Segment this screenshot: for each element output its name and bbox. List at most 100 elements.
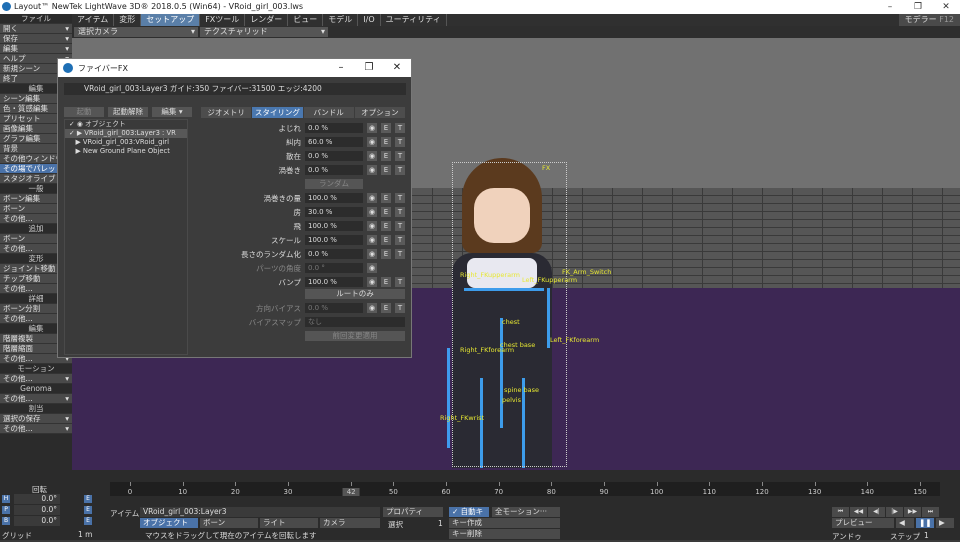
panel-tab[interactable]: スタイリング [252,107,303,118]
envelope-button[interactable]: E [84,495,92,503]
play-icon[interactable]: ▶ [936,518,954,528]
sidebar-item[interactable]: 選択の保存 ▾ [0,414,72,424]
skeleton-label[interactable]: Left_FKupperarm [522,276,577,284]
texture-button[interactable]: T [395,303,405,313]
bias-map-select[interactable]: なし [305,317,405,327]
camera-select-dropdown[interactable]: 選択カメラ ▾ [74,27,198,37]
envelope-button[interactable]: E [381,193,391,203]
prev-key-icon[interactable]: ◀◀ [850,507,867,517]
property-value-field[interactable]: 100.0 % [305,221,363,231]
texture-button[interactable]: T [395,235,405,245]
texture-button[interactable]: T [395,151,405,161]
visibility-icon[interactable]: ◉ [367,137,377,147]
skeleton-label[interactable]: Right_FKforearm [460,346,514,354]
play-reverse-icon[interactable]: ◀ [896,518,914,528]
menu-tab[interactable]: レンダー [245,14,289,26]
delete-key-button[interactable]: キー削除 [449,529,560,539]
objects-mode-button[interactable]: オブジェクト [140,518,198,528]
panel-minimize-button[interactable]: – [327,59,355,77]
auto-key-toggle[interactable]: ✓ 自動キー [449,507,489,526]
panel-tab[interactable]: オプション [354,107,405,118]
visibility-icon[interactable]: ◉ [367,303,377,313]
texture-button[interactable]: T [395,221,405,231]
object-list[interactable]: ✓ ◉ オブジェクト ✓ ▶ VRoid_girl_003:Layer3 : V… [64,119,188,355]
property-value-field[interactable]: 0.0 % [305,303,363,313]
skeleton-label[interactable]: FK_Arm_Switch [562,268,611,276]
visibility-icon[interactable]: ◉ [367,123,377,133]
skeleton-label[interactable]: Right_FKupperarm [460,271,520,279]
minimize-button[interactable]: – [876,0,904,14]
rotation-value-field[interactable]: 0.0° [14,494,60,504]
property-value-field[interactable]: 0.0 % [305,249,363,259]
jump-end-icon[interactable]: ⏭ [922,507,939,517]
visibility-icon[interactable]: ◉ [367,249,377,259]
display-mode-dropdown[interactable]: テクスチャリッド ▾ [200,27,328,37]
property-value-field[interactable]: 100.0 % [305,277,363,287]
maximize-button[interactable]: ❐ [904,0,932,14]
item-select[interactable]: VRoid_girl_003:Layer3 [140,507,380,517]
close-button[interactable]: ✕ [932,0,960,14]
texture-button[interactable]: T [395,277,405,287]
menu-tab[interactable]: ユーティリティ [381,14,447,26]
texture-button[interactable]: T [395,137,405,147]
rotation-value-field[interactable]: 0.0° [14,505,60,515]
texture-button[interactable]: T [395,123,405,133]
texture-button[interactable]: T [395,165,405,175]
visibility-icon[interactable]: ◉ [367,165,377,175]
motion-dropdown[interactable]: 全モーション··· [492,507,560,517]
envelope-button[interactable]: E [84,506,92,514]
envelope-button[interactable]: E [381,165,391,175]
envelope-button[interactable]: E [381,303,391,313]
sidebar-item[interactable]: その他... ▾ [0,374,72,384]
list-item[interactable]: ✓ ▶ VRoid_girl_003:Layer3 : VR [65,129,187,138]
visibility-icon[interactable]: ◉ [367,235,377,245]
bones-mode-button[interactable]: ボーン [200,518,258,528]
menu-tab[interactable]: FXツール [200,14,246,26]
menu-tab[interactable]: ビュー [288,14,324,26]
skeleton-label[interactable]: Left_FKforearm [550,336,599,344]
random-button[interactable]: ランダム [305,179,363,189]
lights-mode-button[interactable]: ライト [260,518,318,528]
preview-dropdown[interactable]: プレビュー [832,518,894,528]
modeler-button[interactable]: モデラー F12 [898,14,960,26]
texture-button[interactable]: T [395,249,405,259]
next-frame-icon[interactable]: |▶ [886,507,903,517]
menu-tab[interactable]: I/O [358,14,381,26]
visibility-icon[interactable]: ◉ [367,263,377,273]
texture-button[interactable]: T [395,193,405,203]
root-only-button[interactable]: ルートのみ [305,289,405,299]
envelope-button[interactable]: E [381,207,391,217]
envelope-button[interactable]: E [381,137,391,147]
property-value-field[interactable]: 0.0 % [305,123,363,133]
property-value-field[interactable]: 0.0 % [305,151,363,161]
property-value-field[interactable]: 60.0 % [305,137,363,147]
envelope-button[interactable]: E [381,235,391,245]
envelope-button[interactable]: E [381,151,391,161]
next-key-icon[interactable]: ▶▶ [904,507,921,517]
skeleton-label[interactable]: spine base [504,386,539,394]
property-value-field[interactable]: 100.0 % [305,193,363,203]
rotation-value-field[interactable]: 0.0° [14,516,60,526]
property-value-field[interactable]: 100.0 % [305,235,363,245]
menu-tab[interactable]: 変形 [114,14,142,26]
properties-button[interactable]: プロパティ [383,507,443,517]
pause-icon[interactable]: ❚❚ [916,518,934,528]
visibility-icon[interactable]: ◉ [367,151,377,161]
edit-dropdown[interactable]: 編集 ▾ [152,107,192,117]
skeleton-label[interactable]: pelvis [502,396,521,404]
visibility-icon[interactable]: ◉ [367,207,377,217]
create-key-button[interactable]: キー作成 [449,518,560,528]
envelope-button[interactable]: E [381,277,391,287]
panel-close-button[interactable]: ✕ [383,59,411,77]
axis-toggle[interactable]: B [2,517,10,525]
skeleton-label[interactable]: chest [502,318,520,326]
axis-toggle[interactable]: P [2,506,10,514]
sidebar-item[interactable]: 開く ▾ [0,24,72,34]
envelope-button[interactable]: E [84,517,92,525]
axis-toggle[interactable]: H [2,495,10,503]
deactivate-button[interactable]: 起動解除 [108,107,148,117]
list-item[interactable]: ▶ New Ground Plane Object [65,147,187,156]
panel-tab[interactable]: ジオメトリ [201,107,252,118]
property-value-field[interactable]: 30.0 % [305,207,363,217]
sidebar-item[interactable]: 編集 ▾ [0,44,72,54]
